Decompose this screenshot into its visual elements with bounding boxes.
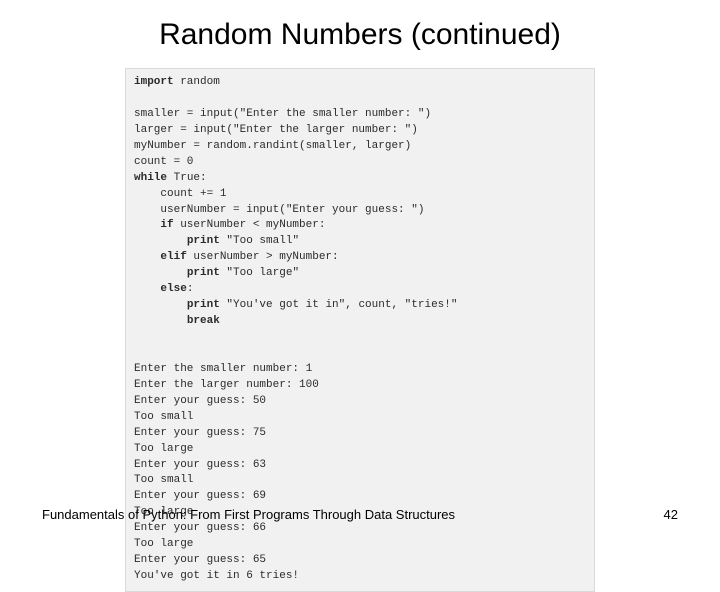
code-text: userNumber = input("Enter your guess: ") (134, 204, 424, 216)
code-output: Enter your guess: 65 (134, 554, 266, 566)
code-output: Enter your guess: 69 (134, 490, 266, 502)
code-text (134, 283, 160, 295)
code-text: count = 0 (134, 156, 193, 168)
slide: Random Numbers (continued) import random… (0, 0, 720, 540)
code-text: count += 1 (134, 188, 226, 200)
code-text: smaller = input("Enter the smaller numbe… (134, 108, 431, 120)
code-text: myNumber = random.randint(smaller, large… (134, 140, 411, 152)
code-output: Too small (134, 474, 193, 486)
code-kw-else: else (160, 283, 186, 295)
code-kw-break: break (187, 315, 220, 327)
code-output: Enter your guess: 63 (134, 459, 266, 471)
code-output: Enter your guess: 75 (134, 427, 266, 439)
code-text (134, 219, 160, 231)
code-text (134, 267, 187, 279)
code-text (134, 251, 160, 263)
code-text: userNumber < myNumber: (174, 219, 326, 231)
code-kw-elif: elif (160, 251, 186, 263)
code-text: userNumber > myNumber: (187, 251, 339, 263)
code-text: "You've got it in", count, "tries!" (220, 299, 458, 311)
code-kw-print: print (187, 299, 220, 311)
code-output: Enter the smaller number: 1 (134, 363, 312, 375)
code-text: True: (167, 172, 207, 184)
code-output: Enter the larger number: 100 (134, 379, 319, 391)
page-number: 42 (664, 507, 678, 522)
code-output: Too small (134, 411, 193, 423)
code-kw-print: print (187, 267, 220, 279)
code-kw-import: import (134, 76, 174, 88)
code-text (134, 315, 187, 327)
footer-text: Fundamentals of Python: From First Progr… (42, 507, 455, 522)
code-text (134, 235, 187, 247)
code-text: larger = input("Enter the larger number:… (134, 124, 418, 136)
slide-title: Random Numbers (continued) (0, 0, 720, 60)
code-output: You've got it in 6 tries! (134, 570, 299, 582)
code-output: Too large (134, 443, 193, 455)
code-kw-if: if (160, 219, 173, 231)
code-output: Enter your guess: 66 (134, 522, 266, 534)
slide-footer: Fundamentals of Python: From First Progr… (0, 507, 720, 522)
code-text: "Too small" (220, 235, 299, 247)
code-text: random (174, 76, 220, 88)
code-output: Enter your guess: 50 (134, 395, 266, 407)
code-text: "Too large" (220, 267, 299, 279)
code-kw-while: while (134, 172, 167, 184)
code-text: : (187, 283, 194, 295)
code-text (134, 299, 187, 311)
code-kw-print: print (187, 235, 220, 247)
